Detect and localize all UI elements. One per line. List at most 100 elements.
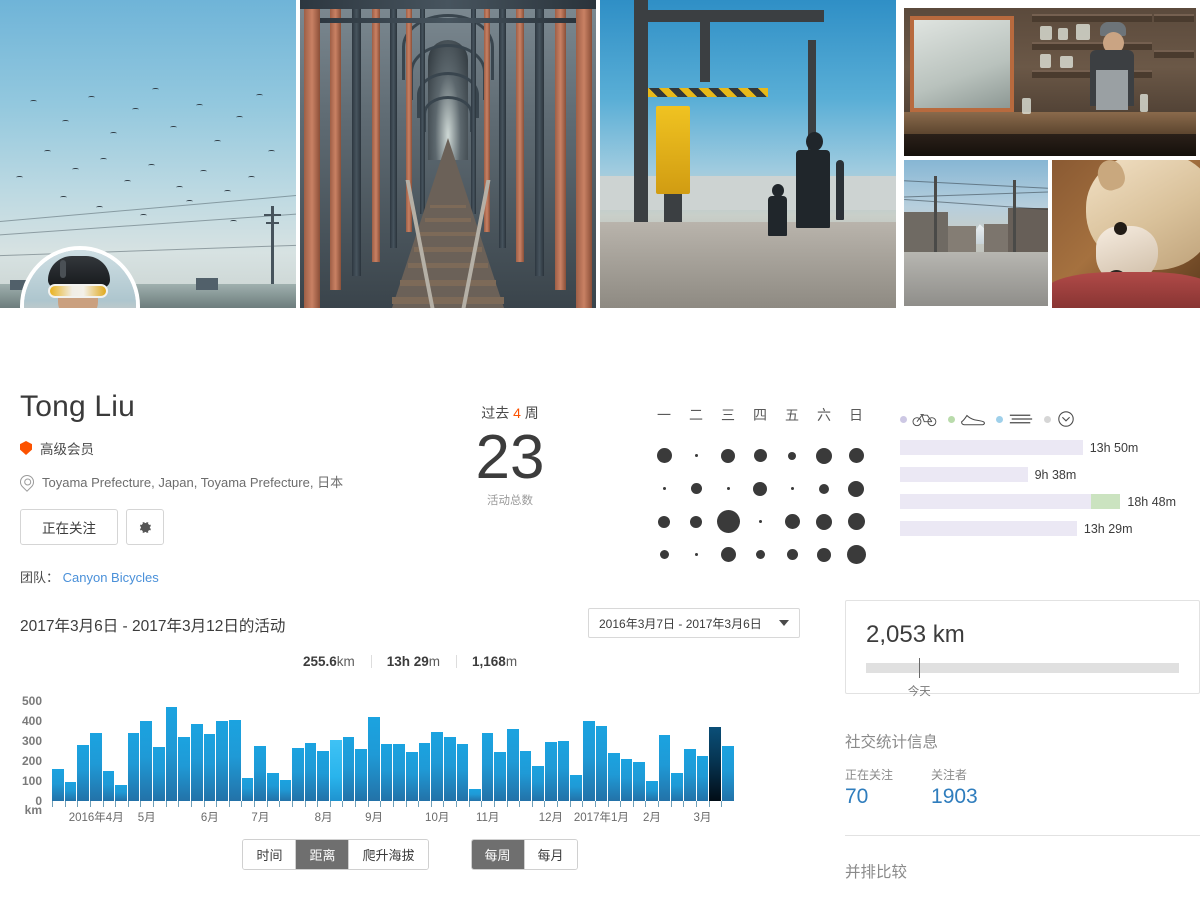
chart-bar[interactable] [431,732,443,801]
followers-stat[interactable]: 关注者 1903 [931,766,978,809]
activity-dot-cell[interactable] [744,520,776,523]
activity-dot-cell[interactable] [776,487,808,490]
chart-bar[interactable] [64,782,77,801]
chart-bar[interactable] [191,724,203,801]
chart-bar[interactable] [405,752,418,801]
activity-dot-cell[interactable] [840,448,872,463]
activity-dot-cell[interactable] [680,454,712,457]
chart-bar[interactable] [696,756,709,801]
activity-dot-cell[interactable] [776,549,808,560]
following-stat[interactable]: 正在关注 70 [845,766,893,809]
chart-bar[interactable] [330,740,342,801]
activity-dot-cell[interactable] [712,510,744,533]
activity-dot-cell[interactable] [744,550,776,559]
chart-bar[interactable] [153,747,165,801]
chart-bar[interactable] [646,781,658,801]
activity-dot-cell[interactable] [808,447,840,464]
period-toggle-option[interactable]: 每月 [523,840,577,869]
chart-bar[interactable] [140,721,153,801]
chart-bar[interactable] [633,762,646,801]
metric-toggle-option[interactable]: 距离 [295,840,349,869]
activity-dot-cell[interactable] [776,451,808,460]
chart-bar[interactable] [127,733,140,801]
activity-dot-cell[interactable] [680,515,712,528]
chart-bar[interactable] [292,748,304,801]
chart-bar[interactable] [544,742,557,801]
date-range-select[interactable]: 2016年3月7日 - 2017年3月6日 [588,608,800,638]
chart-bar[interactable] [52,769,64,801]
chart-bar[interactable] [241,778,254,801]
chart-bar[interactable] [115,785,127,801]
activity-dot-cell[interactable] [808,483,840,494]
chart-bar[interactable] [355,749,368,801]
team-link[interactable]: Canyon Bicycles [63,570,159,585]
chart-bar[interactable] [228,720,241,801]
chart-bar[interactable] [380,744,393,801]
chart-bar[interactable] [671,773,684,801]
chart-bar[interactable] [456,744,469,801]
activity-dot-cell[interactable] [648,487,680,490]
railway-bridge-photo[interactable] [300,0,596,308]
chart-bar[interactable] [570,775,582,801]
chart-bar[interactable] [393,744,405,801]
activity-dot-cell[interactable] [840,513,872,530]
shop-interior-photo[interactable] [904,8,1196,156]
chart-bar[interactable] [582,721,595,801]
chart-bar[interactable] [89,733,102,801]
chart-bar[interactable] [317,751,330,801]
chart-bar[interactable] [203,734,216,801]
activity-dot-cell[interactable] [744,481,776,496]
activity-dot-cell[interactable] [808,513,840,530]
activity-dot-cell[interactable] [744,449,776,462]
chart-bar[interactable] [469,789,481,801]
level-crossing-photo[interactable] [600,0,896,308]
chart-bar[interactable] [595,726,608,801]
activity-dot-cell[interactable] [840,545,872,564]
chart-bar[interactable] [557,741,570,801]
chart-bar[interactable] [77,745,89,801]
street-photo[interactable] [904,160,1048,306]
activity-dot-cell[interactable] [648,448,680,463]
settings-button[interactable] [126,509,164,545]
dog-photo[interactable] [1052,160,1200,308]
chart-bar[interactable] [721,746,734,801]
activity-dot-cell[interactable] [712,547,744,562]
activity-dot-cell[interactable] [712,487,744,490]
activity-dot-cell[interactable] [680,483,712,494]
activity-dot-cell[interactable] [680,553,712,556]
chart-bar[interactable] [254,746,266,801]
chart-bar[interactable] [266,772,279,801]
metric-toggle-option[interactable]: 爬升海拔 [348,840,428,869]
chart-bar[interactable] [620,759,633,801]
chart-bar[interactable] [102,771,115,801]
chart-bar[interactable] [443,737,456,801]
metric-toggle-option[interactable]: 时间 [243,840,296,869]
chart-bar[interactable] [519,751,532,801]
activity-dot-cell[interactable] [776,514,808,529]
chart-bar[interactable] [684,748,696,801]
chart-bar[interactable] [709,727,721,801]
chart-bar[interactable] [216,721,228,801]
chart-bar[interactable] [368,717,380,801]
activity-dot-cell[interactable] [840,480,872,497]
activity-dot-cell[interactable] [712,448,744,463]
chart-bar[interactable] [608,753,620,801]
chart-bar[interactable] [342,736,355,801]
chart-bar[interactable] [532,766,544,801]
chart-bar[interactable] [658,735,671,801]
avatar[interactable] [20,246,140,308]
period-toggle-option[interactable]: 每周 [471,840,524,869]
follow-button[interactable]: 正在关注 [20,509,118,545]
activity-dot-cell[interactable] [648,515,680,528]
chart-bar[interactable] [418,743,431,801]
bar-plot-area[interactable] [52,701,734,801]
chart-bar[interactable] [304,743,317,801]
activity-dot-cell[interactable] [808,547,840,562]
chart-bar[interactable] [279,780,292,801]
activity-dot-cell[interactable] [648,550,680,559]
chart-bar[interactable] [481,733,494,801]
chart-bar[interactable] [178,737,191,801]
chart-bar[interactable] [507,729,519,801]
chart-bar[interactable] [165,707,178,801]
chart-bar[interactable] [494,752,507,801]
